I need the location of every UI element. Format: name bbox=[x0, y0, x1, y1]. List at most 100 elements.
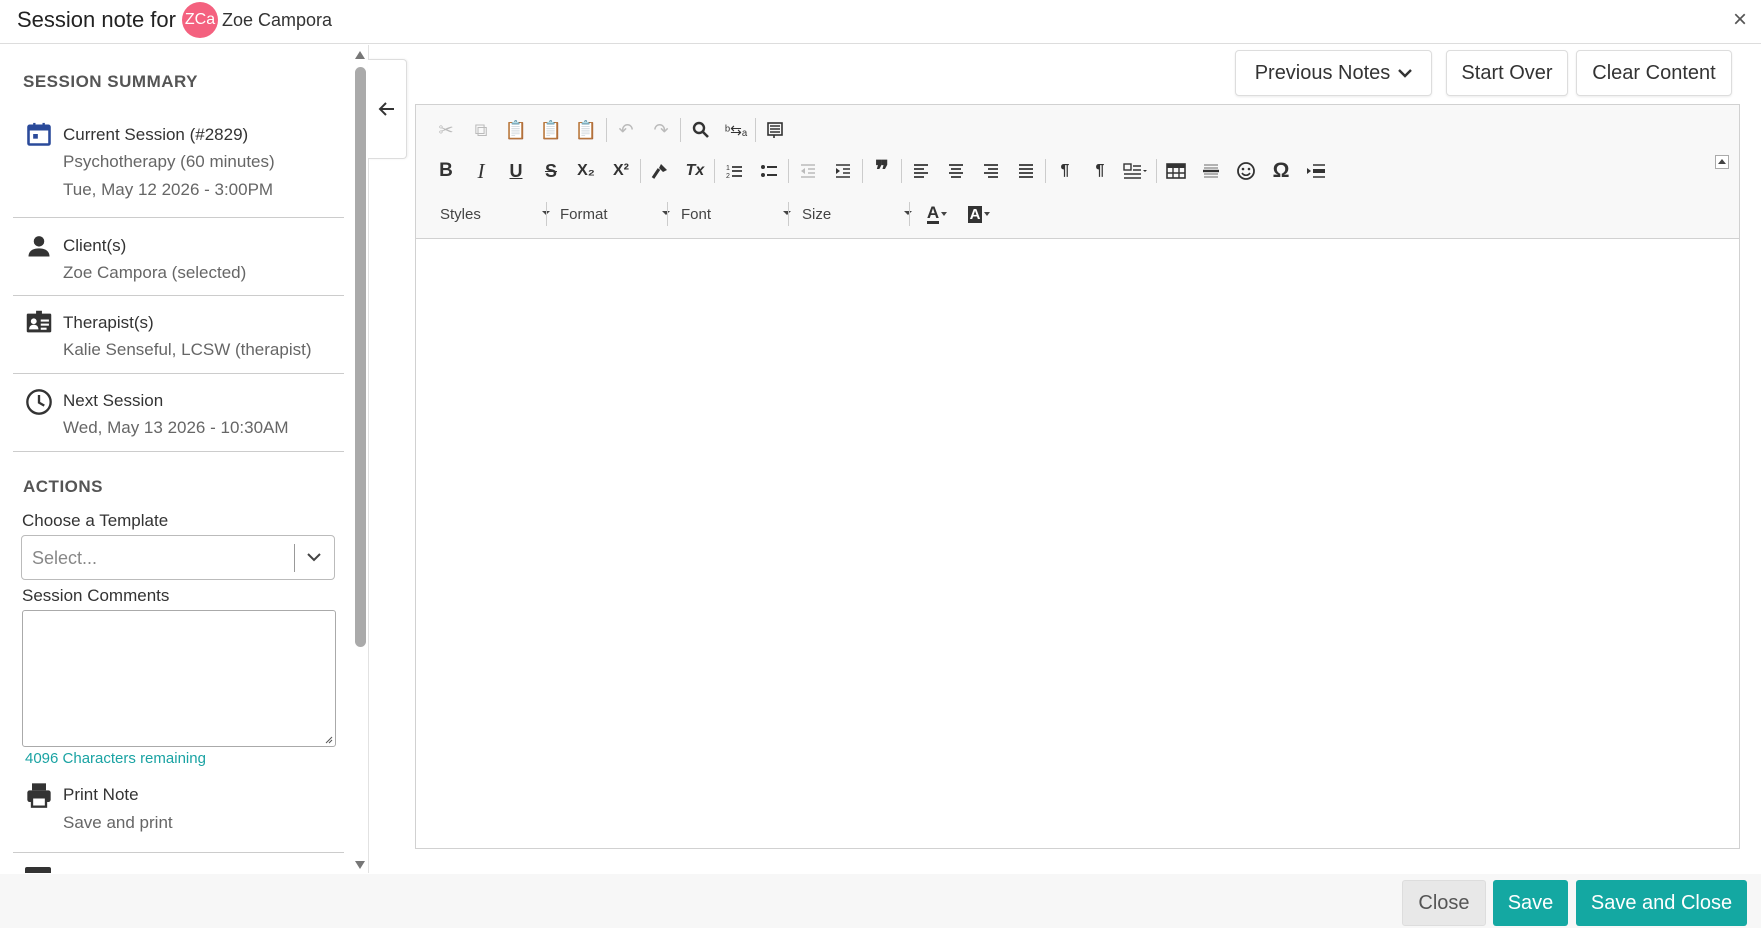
styles-dropdown[interactable]: Styles bbox=[440, 199, 550, 229]
font-label: Font bbox=[681, 205, 712, 223]
previous-notes-button[interactable]: Previous Notes bbox=[1235, 50, 1432, 96]
clear-content-button[interactable]: Clear Content bbox=[1576, 50, 1732, 96]
rtl-icon[interactable]: ¶ bbox=[1084, 155, 1116, 187]
strikethrough-icon[interactable]: S bbox=[535, 155, 567, 187]
scroll-up-icon[interactable] bbox=[354, 50, 366, 60]
outdent-icon[interactable] bbox=[792, 155, 824, 187]
template-select-placeholder: Select... bbox=[32, 548, 98, 568]
smiley-icon[interactable] bbox=[1230, 155, 1262, 187]
underline-icon[interactable]: U bbox=[500, 155, 532, 187]
toolbar-separator bbox=[755, 118, 756, 142]
bulleted-list-icon[interactable] bbox=[753, 155, 785, 187]
close-button[interactable]: Close bbox=[1402, 880, 1486, 926]
print-note-item[interactable]: Print Note Save and print bbox=[13, 775, 344, 853]
save-button[interactable]: Save bbox=[1493, 880, 1568, 926]
save-and-close-button[interactable]: Save and Close bbox=[1576, 880, 1747, 926]
page-break-icon[interactable] bbox=[1300, 155, 1332, 187]
modal-header: Session note for ZCa Zoe Campora × bbox=[0, 0, 1761, 44]
numbered-list-icon[interactable]: 12 bbox=[718, 155, 750, 187]
close-icon[interactable]: × bbox=[1733, 6, 1747, 34]
font-dropdown[interactable]: Font bbox=[681, 199, 791, 229]
printer-icon bbox=[27, 783, 51, 808]
language-icon[interactable] bbox=[1119, 155, 1151, 187]
source-icon[interactable] bbox=[759, 114, 791, 146]
arrow-left-icon[interactable] bbox=[378, 100, 396, 118]
chevron-down-icon bbox=[1398, 69, 1413, 78]
toolbar-separator bbox=[667, 202, 668, 226]
collapse-toolbar-button[interactable] bbox=[1715, 155, 1729, 169]
find-icon[interactable] bbox=[685, 114, 717, 146]
scroll-down-icon[interactable] bbox=[354, 860, 366, 870]
toolbar-separator bbox=[788, 202, 789, 226]
template-select[interactable]: Select... bbox=[21, 535, 335, 580]
undo-icon[interactable]: ↶ bbox=[610, 114, 642, 146]
format-dropdown[interactable]: Format bbox=[560, 199, 670, 229]
table-icon[interactable] bbox=[1160, 155, 1192, 187]
indent-icon[interactable] bbox=[827, 155, 859, 187]
dropdown-arrow-icon bbox=[904, 211, 912, 215]
editor-content-area[interactable] bbox=[416, 239, 1739, 848]
next-session-item: Next Session Wed, May 13 2026 - 10:30AM bbox=[13, 374, 344, 452]
replace-icon[interactable]: ᵇ⇆ₐ bbox=[720, 114, 752, 146]
dropdown-arrow-icon bbox=[941, 212, 948, 216]
paste-text-icon[interactable]: 📋 bbox=[535, 114, 567, 146]
rich-text-editor: ✂ ⧉ 📋 📋 📋 ↶ ↷ ᵇ⇆ₐ B I U S X₂ X² Tx 12 ❞ … bbox=[415, 104, 1740, 849]
paste-icon[interactable]: 📋 bbox=[500, 114, 532, 146]
start-over-button[interactable]: Start Over bbox=[1446, 50, 1568, 96]
superscript-icon[interactable]: X² bbox=[605, 155, 637, 187]
print-note-title: Print Note bbox=[63, 785, 139, 804]
next-session-title: Next Session bbox=[63, 391, 164, 410]
cut-icon[interactable]: ✂ bbox=[430, 114, 462, 146]
align-right-icon[interactable] bbox=[975, 155, 1007, 187]
remove-format-icon[interactable]: Tx bbox=[679, 155, 711, 187]
size-label: Size bbox=[802, 205, 832, 223]
format-label: Format bbox=[560, 205, 608, 223]
justify-icon[interactable] bbox=[1010, 155, 1042, 187]
chevron-down-icon[interactable] bbox=[306, 549, 322, 565]
copy-format-icon[interactable] bbox=[644, 155, 676, 187]
therapists-item: Therapist(s) Kalie Senseful, LCSW (thera… bbox=[13, 296, 344, 374]
template-label: Choose a Template bbox=[22, 511, 169, 530]
redo-icon[interactable]: ↷ bbox=[645, 114, 677, 146]
align-left-icon[interactable] bbox=[905, 155, 937, 187]
previous-notes-label: Previous Notes bbox=[1254, 61, 1391, 84]
session-sidebar: SESSION SUMMARY Current Session (#2829) … bbox=[0, 45, 346, 873]
background-color-icon[interactable]: A bbox=[961, 198, 997, 230]
text-color-icon[interactable]: A bbox=[919, 198, 955, 230]
next-action-icon bbox=[25, 867, 51, 873]
ltr-icon[interactable]: ¶ bbox=[1049, 155, 1081, 187]
bold-icon[interactable]: B bbox=[430, 155, 462, 187]
svg-text:2: 2 bbox=[726, 173, 730, 180]
subscript-icon[interactable]: X₂ bbox=[570, 155, 602, 187]
toolbar-separator bbox=[640, 159, 641, 183]
select-separator bbox=[294, 544, 295, 572]
therapists-value: Kalie Senseful, LCSW (therapist) bbox=[63, 340, 312, 359]
caret-up-icon bbox=[1718, 159, 1726, 164]
dropdown-arrow-icon bbox=[662, 211, 670, 215]
current-session-title: Current Session (#2829) bbox=[63, 125, 249, 144]
actions-heading: ACTIONS bbox=[23, 477, 103, 496]
characters-remaining: 4096 Characters remaining bbox=[25, 750, 206, 767]
collapse-sidebar-tab[interactable] bbox=[368, 59, 407, 159]
size-dropdown[interactable]: Size bbox=[802, 199, 912, 229]
special-character-icon[interactable]: Ω bbox=[1265, 155, 1297, 187]
horizontal-line-icon[interactable] bbox=[1195, 155, 1227, 187]
clients-item: Client(s) Zoe Campora (selected) bbox=[13, 218, 344, 296]
toolbar-separator bbox=[862, 159, 863, 183]
toolbar-separator bbox=[1045, 159, 1046, 183]
current-session-datetime: Tue, May 12 2026 - 3:00PM bbox=[63, 180, 274, 199]
italic-icon[interactable]: I bbox=[465, 155, 497, 187]
person-icon bbox=[28, 236, 50, 257]
copy-icon[interactable]: ⧉ bbox=[465, 114, 497, 146]
client-name: Zoe Campora bbox=[221, 9, 333, 30]
next-session-datetime: Wed, May 13 2026 - 10:30AM bbox=[63, 418, 289, 437]
align-center-icon[interactable] bbox=[940, 155, 972, 187]
resize-handle-icon[interactable] bbox=[323, 734, 333, 744]
paste-word-icon[interactable]: 📋 bbox=[570, 114, 602, 146]
session-comments-textarea[interactable] bbox=[22, 610, 336, 747]
current-session-type: Psychotherapy (60 minutes) bbox=[63, 152, 275, 171]
calendar-icon bbox=[27, 122, 51, 146]
sidebar-scroll-thumb[interactable] bbox=[355, 67, 366, 647]
dropdown-arrow-icon bbox=[984, 212, 991, 216]
blockquote-icon[interactable]: ❞ bbox=[866, 155, 898, 187]
